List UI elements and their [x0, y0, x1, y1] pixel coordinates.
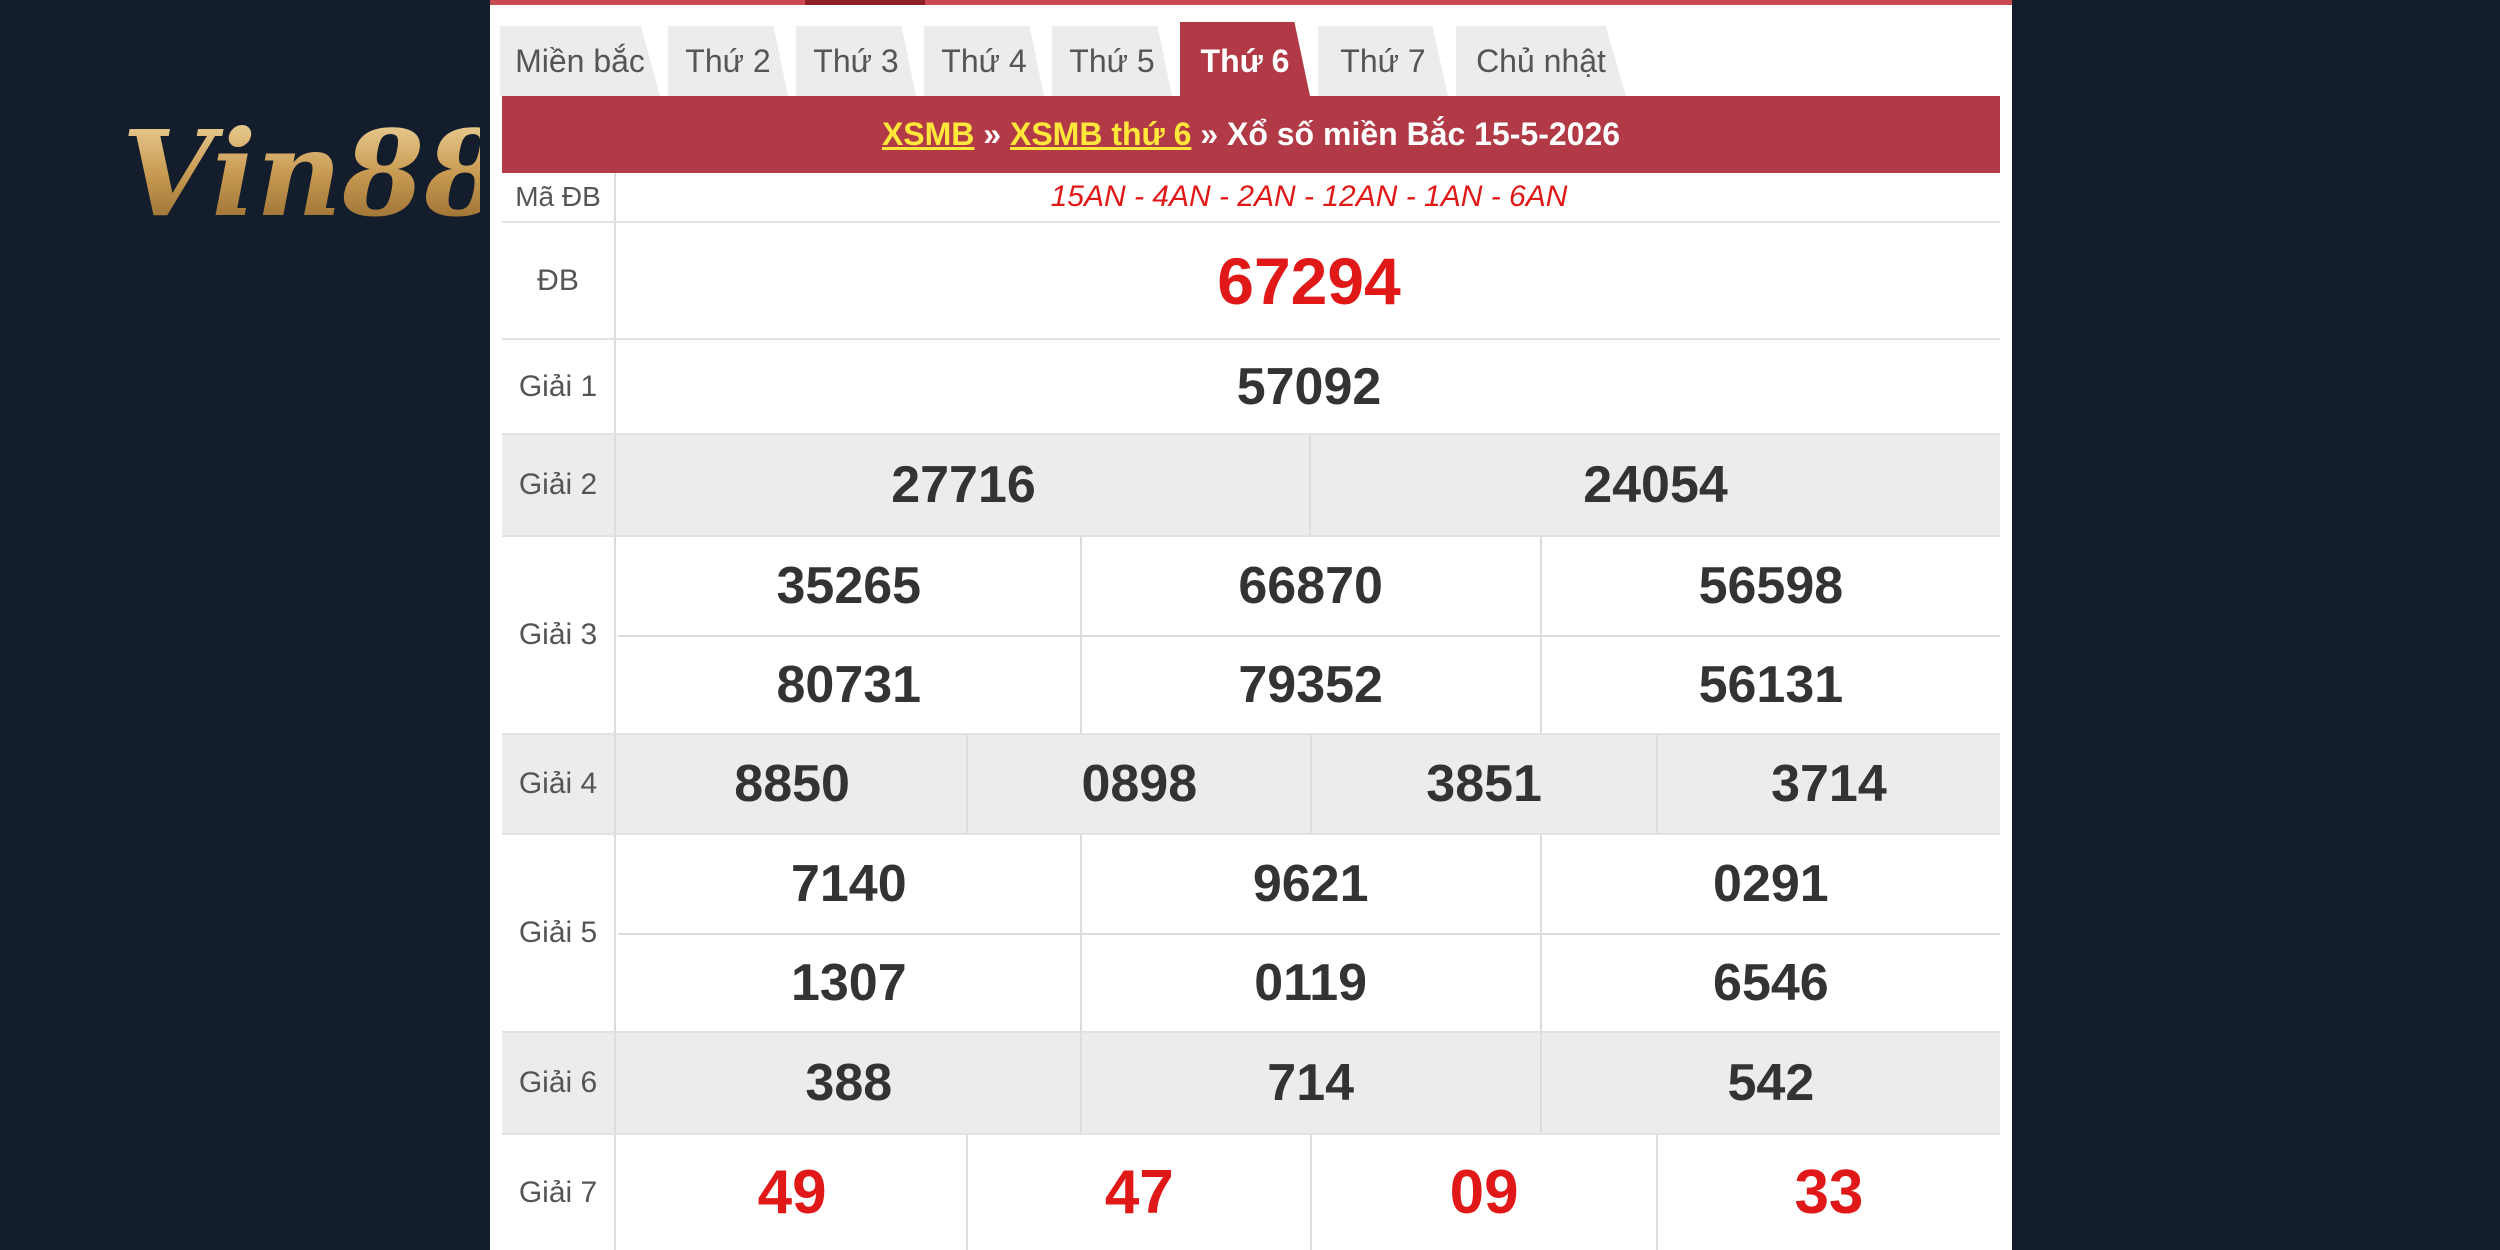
prize-number: 67294: [1217, 243, 1401, 318]
row-giai-5: Giải 5 7140 9621 0291 1307 0119 6546: [502, 835, 2000, 1033]
prize-number: 388: [805, 1054, 893, 1112]
row-label: Giải 4: [502, 735, 616, 833]
prize-number: 49: [757, 1158, 827, 1227]
tab-chu-nhat[interactable]: Chủ nhật: [1456, 26, 1626, 96]
prize-number: 6546: [1539, 933, 2000, 1031]
prize-number: 0119: [1079, 933, 1540, 1031]
prize-number: 3851: [1310, 735, 1656, 833]
row-ma-db: Mã ĐB 15AN - 4AN - 2AN - 12AN - 1AN - 6A…: [502, 173, 2000, 223]
prize-number: 714: [1079, 1033, 1540, 1133]
row-giai-2: Giải 2 27716 24054: [502, 435, 2000, 537]
xsmb-thu6-link[interactable]: XSMB thứ 6: [1010, 116, 1191, 152]
day-tabs: Miền bắc Thứ 2 Thứ 3 Thứ 4 Thứ 5 Thứ 6 T…: [500, 22, 2000, 96]
tab-thu-7[interactable]: Thứ 7: [1318, 26, 1448, 96]
vin88-logo-graphic: Vin88: [122, 104, 506, 243]
lottery-results-card: Miền bắc Thứ 2 Thứ 3 Thứ 4 Thứ 5 Thứ 6 T…: [490, 0, 2012, 1250]
results-header: XSMB » XSMB thứ 6 » Xổ số miền Bắc 15-5-…: [502, 96, 2000, 173]
row-label: Giải 2: [502, 435, 616, 535]
row-label: Giải 6: [502, 1033, 616, 1133]
tab-thu-4[interactable]: Thứ 4: [924, 26, 1044, 96]
prize-number: 27716: [891, 456, 1036, 514]
prize-number: 1307: [618, 933, 1080, 1031]
prize-number: 56131: [1539, 635, 2000, 733]
tab-thu-5[interactable]: Thứ 5: [1052, 26, 1172, 96]
prize-number: 33: [1655, 1135, 2000, 1250]
row-label: Giải 3: [502, 537, 616, 733]
top-accent-line: [490, 0, 2012, 5]
row-label: Mã ĐB: [502, 173, 616, 221]
tab-thu-6[interactable]: Thứ 6: [1180, 22, 1310, 96]
breadcrumb-separator: »: [974, 116, 1010, 152]
tab-thu-3[interactable]: Thứ 3: [796, 26, 916, 96]
prize-number: 09: [1310, 1135, 1656, 1250]
row-giai-6: Giải 6 388 714 542: [502, 1033, 2000, 1135]
row-label: Giải 7: [502, 1135, 616, 1250]
prize-number: 80731: [618, 635, 1080, 733]
prize-number: 3714: [1655, 735, 2000, 833]
xsmb-link[interactable]: XSMB: [882, 116, 974, 152]
row-giai-1: Giải 1 57092: [502, 340, 2000, 435]
prize-number: 57092: [1236, 357, 1382, 416]
row-dac-biet: ĐB 67294: [502, 223, 2000, 340]
vin88-logo: Vin88: [120, 104, 506, 243]
prize-number: 542: [1539, 1033, 2000, 1133]
prize-number: 35265: [776, 557, 922, 615]
prize-number: 24054: [1309, 435, 2000, 535]
prize-number: 47: [966, 1135, 1310, 1250]
prize-number: 0898: [966, 735, 1310, 833]
page-title: » Xổ số miền Bắc 15-5-2026: [1191, 116, 1621, 152]
prize-number: 66870: [1079, 537, 1540, 635]
row-giai-3: Giải 3 35265 66870 56598 80731 79352 561…: [502, 537, 2000, 735]
row-label: Giải 5: [502, 835, 616, 1031]
row-label: Giải 1: [502, 340, 616, 433]
prize-number: 56598: [1539, 537, 2000, 635]
special-code: 15AN - 4AN - 2AN - 12AN - 1AN - 6AN: [1050, 180, 1568, 213]
prize-number: 9621: [1079, 835, 1540, 933]
row-giai-7: Giải 7 49 47 09 33: [502, 1135, 2000, 1250]
tab-thu-2[interactable]: Thứ 2: [668, 26, 788, 96]
prize-number: 79352: [1079, 635, 1540, 733]
top-accent-marker: [805, 0, 925, 5]
logo-text: Vin88: [122, 110, 480, 240]
tab-mien-bac[interactable]: Miền bắc: [500, 26, 660, 96]
prize-number: 7140: [790, 855, 907, 913]
row-label: ĐB: [502, 223, 616, 338]
row-giai-4: Giải 4 8850 0898 3851 3714: [502, 735, 2000, 835]
prize-number: 0291: [1539, 835, 2000, 933]
prize-number: 8850: [734, 755, 850, 813]
